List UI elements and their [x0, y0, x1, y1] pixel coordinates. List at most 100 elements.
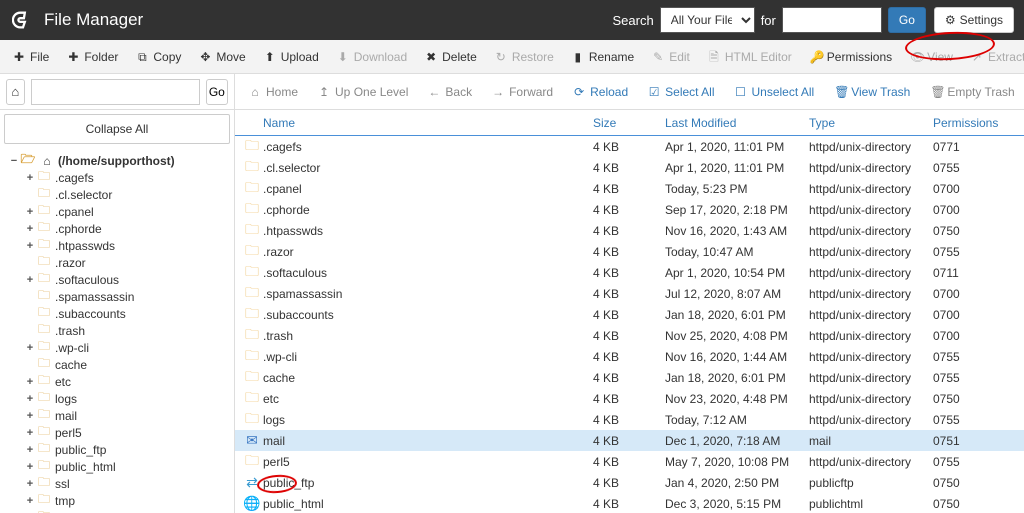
expand-icon[interactable] — [24, 427, 36, 439]
settings-button[interactable]: ⚙ Settings — [934, 7, 1014, 33]
table-row[interactable]: .wp-cli4 KBNov 16, 2020, 1:44 AMhttpd/un… — [235, 346, 1024, 367]
nav-forward-button[interactable]: Forward — [484, 80, 561, 104]
edit-button[interactable]: Edit — [643, 44, 699, 70]
expand-icon[interactable] — [24, 410, 36, 422]
tree-item[interactable]: logs — [24, 390, 230, 407]
tree-item[interactable]: .razor — [24, 254, 230, 271]
table-row[interactable]: .razor4 KBToday, 10:47 AMhttpd/unix-dire… — [235, 241, 1024, 262]
cell-lastmod: Dec 3, 2020, 5:15 PM — [665, 497, 809, 511]
cell-perm: 0771 — [933, 140, 1003, 154]
tree-item[interactable]: wordpress-backups — [24, 509, 230, 513]
tree-item[interactable]: .subaccounts — [24, 305, 230, 322]
tree-item[interactable]: .softaculous — [24, 271, 230, 288]
copy-icon — [136, 51, 148, 63]
table-row[interactable]: public_html4 KBDec 3, 2020, 5:15 PMpubli… — [235, 493, 1024, 513]
tree-item[interactable]: mail — [24, 407, 230, 424]
expand-icon[interactable] — [24, 461, 36, 473]
expand-icon[interactable] — [24, 223, 36, 235]
home-icon — [39, 154, 55, 168]
tree-item[interactable]: tmp — [24, 492, 230, 509]
col-name-header[interactable]: Name — [263, 116, 593, 130]
nav-home-button[interactable]: Home — [241, 80, 306, 104]
upload-button[interactable]: Upload — [255, 44, 328, 70]
tree-item[interactable]: .cphorde — [24, 220, 230, 237]
tree-item-label: .cpanel — [55, 205, 94, 219]
tree-item[interactable]: etc — [24, 373, 230, 390]
table-row[interactable]: .htpasswds4 KBNov 16, 2020, 1:43 AMhttpd… — [235, 220, 1024, 241]
extract-button[interactable]: Extract — [962, 44, 1024, 70]
cell-type: httpd/unix-directory — [809, 287, 933, 301]
collapse-icon[interactable] — [8, 155, 20, 167]
permissions-button[interactable]: Permissions — [801, 44, 901, 70]
collapse-all-button[interactable]: Collapse All — [4, 114, 230, 144]
path-home-button[interactable]: ⌂ — [6, 79, 25, 105]
path-go-button[interactable]: Go — [206, 79, 228, 105]
tree-item[interactable]: .spamassassin — [24, 288, 230, 305]
cell-name: logs — [263, 413, 593, 427]
tree-item[interactable]: .cl.selector — [24, 186, 230, 203]
col-type-header[interactable]: Type — [809, 116, 933, 130]
view-button[interactable]: View — [901, 44, 962, 70]
table-row[interactable]: .softaculous4 KBApr 1, 2020, 10:54 PMhtt… — [235, 262, 1024, 283]
search-scope-select[interactable]: All Your Files — [660, 7, 755, 33]
col-lastmod-header[interactable]: Last Modified — [665, 116, 809, 130]
view-trash-button[interactable]: View Trash — [826, 80, 918, 104]
table-row[interactable]: .spamassassin4 KBJul 12, 2020, 8:07 AMht… — [235, 283, 1024, 304]
expand-icon[interactable] — [24, 206, 36, 218]
table-row[interactable]: cache4 KBJan 18, 2020, 6:01 PMhttpd/unix… — [235, 367, 1024, 388]
table-row[interactable]: etc4 KBNov 23, 2020, 4:48 PMhttpd/unix-d… — [235, 388, 1024, 409]
unselect-all-button[interactable]: Unselect All — [727, 80, 823, 104]
table-row[interactable]: public_ftp4 KBJan 4, 2020, 2:50 PMpublic… — [235, 472, 1024, 493]
view-label: View — [927, 50, 953, 64]
restore-button[interactable]: Restore — [486, 44, 563, 70]
col-size-header[interactable]: Size — [593, 116, 665, 130]
tree-item[interactable]: .cagefs — [24, 169, 230, 186]
table-row[interactable]: .cl.selector4 KBApr 1, 2020, 11:01 PMhtt… — [235, 157, 1024, 178]
html-editor-button[interactable]: HTML Editor — [699, 44, 801, 70]
col-perm-header[interactable]: Permissions — [933, 116, 1003, 130]
tree-item[interactable]: cache — [24, 356, 230, 373]
expand-icon[interactable] — [24, 444, 36, 456]
tree-item[interactable]: perl5 — [24, 424, 230, 441]
table-row[interactable]: .subaccounts4 KBJan 18, 2020, 6:01 PMhtt… — [235, 304, 1024, 325]
tree-item[interactable]: ssl — [24, 475, 230, 492]
rename-button[interactable]: Rename — [563, 44, 643, 70]
search-input[interactable] — [782, 7, 882, 33]
expand-icon[interactable] — [24, 172, 36, 184]
table-row[interactable]: .cagefs4 KBApr 1, 2020, 11:01 PMhttpd/un… — [235, 136, 1024, 157]
table-row[interactable]: .trash4 KBNov 25, 2020, 4:08 PMhttpd/uni… — [235, 325, 1024, 346]
table-row[interactable]: logs4 KBToday, 7:12 AMhttpd/unix-directo… — [235, 409, 1024, 430]
nav-reload-button[interactable]: Reload — [565, 80, 636, 104]
table-row[interactable]: .cpanel4 KBToday, 5:23 PMhttpd/unix-dire… — [235, 178, 1024, 199]
download-button[interactable]: Download — [328, 44, 416, 70]
tree-item[interactable]: public_html — [24, 458, 230, 475]
empty-trash-button[interactable]: Empty Trash — [922, 80, 1022, 104]
nav-back-button[interactable]: Back — [420, 80, 480, 104]
nav-up-button[interactable]: Up One Level — [310, 80, 416, 104]
cell-size: 4 KB — [593, 224, 665, 238]
expand-icon[interactable] — [24, 495, 36, 507]
tree-item[interactable]: .trash — [24, 322, 230, 339]
tree-item-label: logs — [55, 392, 77, 406]
tree-item[interactable]: .htpasswds — [24, 237, 230, 254]
expand-icon[interactable] — [24, 376, 36, 388]
select-all-button[interactable]: Select All — [640, 80, 722, 104]
tree-item[interactable]: public_ftp — [24, 441, 230, 458]
search-go-button[interactable]: Go — [888, 7, 926, 33]
path-input[interactable] — [31, 79, 200, 105]
delete-button[interactable]: Delete — [416, 44, 486, 70]
expand-icon[interactable] — [24, 478, 36, 490]
expand-icon[interactable] — [24, 274, 36, 286]
copy-button[interactable]: Copy — [127, 44, 190, 70]
table-row[interactable]: perl54 KBMay 7, 2020, 10:08 PMhttpd/unix… — [235, 451, 1024, 472]
expand-icon[interactable] — [24, 240, 36, 252]
new-folder-button[interactable]: Folder — [58, 44, 127, 70]
expand-icon[interactable] — [24, 393, 36, 405]
new-file-button[interactable]: File — [4, 44, 58, 70]
tree-item[interactable]: .wp-cli — [24, 339, 230, 356]
expand-icon[interactable] — [24, 342, 36, 354]
move-button[interactable]: Move — [190, 44, 254, 70]
table-row[interactable]: mail4 KBDec 1, 2020, 7:18 AMmail0751 — [235, 430, 1024, 451]
table-row[interactable]: .cphorde4 KBSep 17, 2020, 2:18 PMhttpd/u… — [235, 199, 1024, 220]
tree-item[interactable]: .cpanel — [24, 203, 230, 220]
